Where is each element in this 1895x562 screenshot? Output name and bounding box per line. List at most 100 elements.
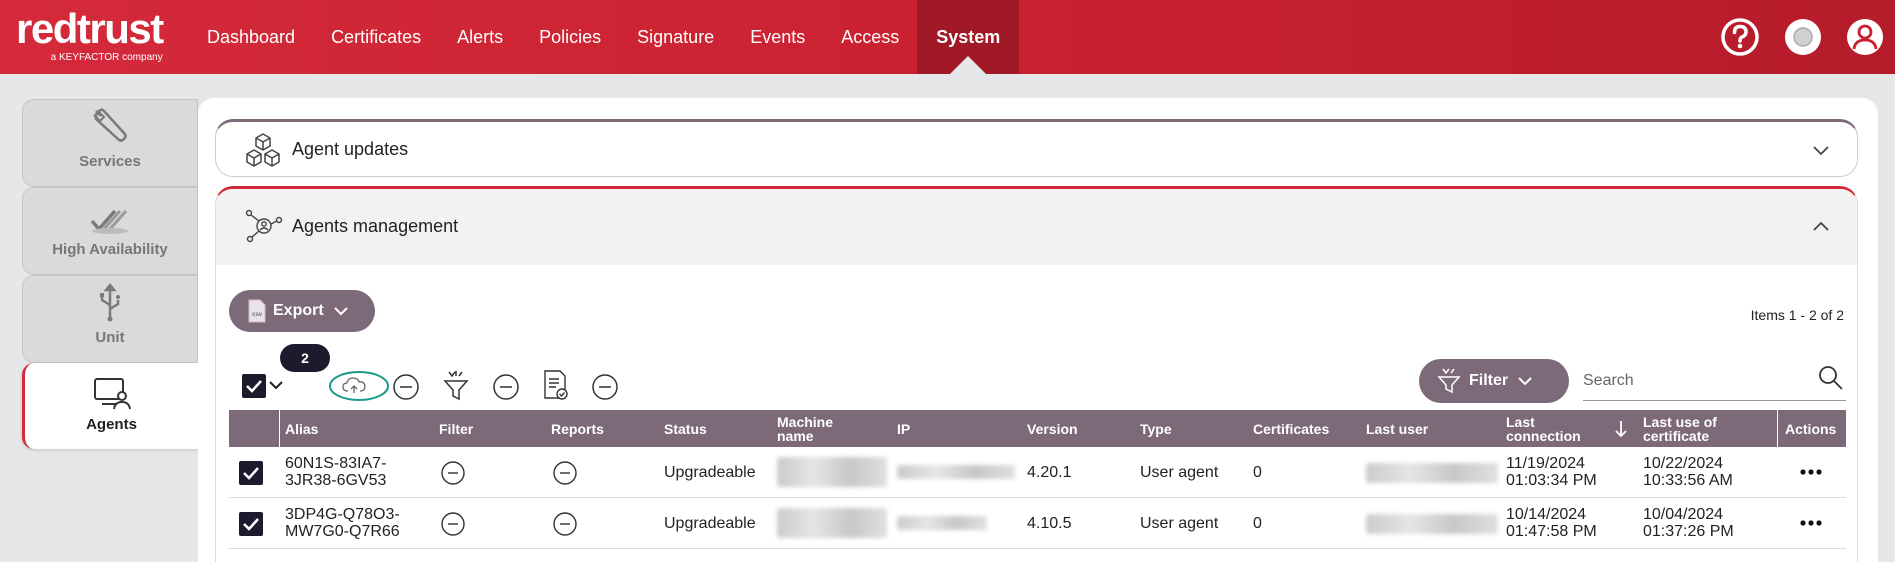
filter-funnel-icon[interactable]	[442, 370, 470, 402]
table-toolbar: 2 Filter Search	[216, 344, 1857, 404]
minus-circle-icon[interactable]	[440, 511, 466, 537]
nav-policies[interactable]: Policies	[521, 0, 619, 74]
cell-last-connection: 11/19/2024 01:03:34 PM	[1506, 447, 1597, 497]
report-document-icon[interactable]	[542, 369, 570, 401]
minus-circle-icon[interactable]	[552, 460, 578, 486]
alias-line: MW7G0-Q7R66	[285, 523, 400, 540]
cell-status: Upgradeable	[664, 463, 756, 481]
double-check-icon	[90, 209, 128, 234]
sidebar-item-label: High Availability	[52, 241, 168, 258]
cell-alias: 3DP4G-Q78O3- MW7G0-Q7R66	[285, 498, 400, 548]
nav-alerts[interactable]: Alerts	[439, 0, 521, 74]
nav-access[interactable]: Access	[823, 0, 917, 74]
nav-dashboard[interactable]: Dashboard	[189, 0, 313, 74]
cell-certificates: 0	[1253, 514, 1262, 532]
sidebar-item-unit[interactable]: Unit	[22, 275, 198, 363]
nav-signature[interactable]: Signature	[619, 0, 732, 74]
nav-system[interactable]: System	[917, 0, 1020, 75]
minus-circle-icon[interactable]	[392, 373, 420, 401]
sidebar-item-services[interactable]: Services	[22, 99, 198, 187]
table-row[interactable]: 60N1S-83IA7- 3JR38-6GV53 Upgradeable 4.2…	[229, 447, 1846, 498]
header-ip[interactable]: IP	[897, 410, 910, 447]
cloud-upload-icon[interactable]	[328, 370, 390, 402]
user-icon[interactable]	[1845, 17, 1885, 57]
cell-last-connection: 10/14/2024 01:47:58 PM	[1506, 498, 1597, 548]
redacted-ip	[897, 516, 987, 530]
header-reports[interactable]: Reports	[551, 410, 604, 447]
header-last-user[interactable]: Last user	[1366, 410, 1428, 447]
last-use-time: 10:33:56 AM	[1643, 472, 1733, 489]
status-icon[interactable]	[1783, 17, 1823, 57]
search-icon[interactable]	[1818, 365, 1844, 391]
cell-version: 4.10.5	[1027, 514, 1072, 532]
agent-computer-icon	[93, 378, 131, 410]
header-type[interactable]: Type	[1140, 410, 1172, 447]
redacted-last-user	[1366, 463, 1498, 483]
header-alias[interactable]: Alias	[285, 410, 318, 447]
chevron-up-icon[interactable]	[1813, 221, 1829, 231]
header-last-use[interactable]: Last use of certificate	[1643, 410, 1743, 447]
search-input[interactable]	[1583, 367, 1803, 395]
sidebar-item-agents[interactable]: Agents	[22, 363, 198, 449]
last-connection-date: 11/19/2024	[1506, 455, 1585, 472]
filter-funnel-icon	[1437, 368, 1461, 394]
row-checkbox[interactable]	[239, 461, 263, 485]
agents-management-header[interactable]: Agents management	[216, 189, 1857, 265]
chevron-down-icon[interactable]	[269, 380, 283, 390]
agents-management-title: Agents management	[292, 216, 459, 236]
cell-type: User agent	[1140, 514, 1219, 532]
minus-circle-icon[interactable]	[440, 460, 466, 486]
sidebar-item-label: Agents	[86, 416, 137, 433]
usb-icon	[100, 283, 120, 322]
last-connection-date: 10/14/2024	[1506, 506, 1587, 523]
cell-last-use: 10/22/2024 10:33:56 AM	[1643, 447, 1733, 497]
check-icon	[243, 467, 259, 480]
header-certificates[interactable]: Certificates	[1253, 410, 1329, 447]
agents-table: Alias Filter Reports Status Machine name…	[229, 410, 1846, 549]
cell-status: Upgradeable	[664, 514, 756, 532]
nav-certificates[interactable]: Certificates	[313, 0, 439, 74]
help-icon[interactable]	[1720, 17, 1760, 57]
agent-updates-accordion[interactable]: Agent updates	[215, 119, 1858, 177]
nav-events[interactable]: Events	[732, 0, 823, 74]
redacted-machine-name	[777, 508, 887, 538]
boxes-icon	[246, 133, 280, 167]
minus-circle-icon[interactable]	[552, 511, 578, 537]
minus-circle-icon[interactable]	[591, 373, 619, 401]
alias-line: 60N1S-83IA7-	[285, 455, 387, 472]
header-version[interactable]: Version	[1027, 410, 1078, 447]
cell-version: 4.20.1	[1027, 463, 1072, 481]
header-filter[interactable]: Filter	[439, 410, 473, 447]
brand-logo[interactable]: redtrust a KEYFACTOR company	[16, 8, 164, 64]
header-machine-name[interactable]: Machine name	[777, 410, 847, 447]
row-checkbox[interactable]	[239, 512, 263, 536]
header-status[interactable]: Status	[664, 410, 707, 447]
table-row[interactable]: 3DP4G-Q78O3- MW7G0-Q7R66 Upgradeable 4.1…	[229, 498, 1846, 549]
top-navigation-bar: redtrust a KEYFACTOR company Dashboard C…	[0, 0, 1895, 75]
header-last-connection[interactable]: Last connection	[1506, 410, 1592, 447]
chevron-down-icon	[333, 307, 348, 316]
brand-tagline: a KEYFACTOR company	[50, 52, 163, 63]
more-actions-icon[interactable]	[1800, 520, 1822, 526]
export-label: Export	[273, 302, 324, 319]
sort-descending-icon[interactable]	[1614, 420, 1628, 438]
minus-circle-icon[interactable]	[492, 373, 520, 401]
sidebar-item-label: Services	[79, 153, 141, 170]
items-count: Items 1 - 2 of 2	[1750, 307, 1844, 323]
chevron-down-icon[interactable]	[1813, 146, 1829, 156]
last-use-date: 10/04/2024	[1643, 506, 1724, 523]
sidebar-item-label: Unit	[95, 329, 125, 346]
agents-management-section: Agents management csv Export Items 1 - 2…	[215, 186, 1858, 562]
export-button[interactable]: csv Export	[229, 290, 375, 332]
cell-alias: 60N1S-83IA7- 3JR38-6GV53	[285, 447, 386, 497]
agents-network-icon	[245, 209, 283, 243]
csv-file-icon: csv	[248, 299, 266, 323]
agent-updates-title: Agent updates	[292, 139, 409, 159]
search-box	[1583, 361, 1846, 401]
sidebar-item-high-availability[interactable]: High Availability	[22, 187, 198, 275]
main-panel: Agent updates Agents management csv Expo…	[198, 98, 1878, 562]
filter-button[interactable]: Filter	[1419, 359, 1569, 403]
svg-text:csv: csv	[252, 312, 263, 318]
more-actions-icon[interactable]	[1800, 469, 1822, 475]
select-all-checkbox[interactable]	[242, 374, 266, 398]
